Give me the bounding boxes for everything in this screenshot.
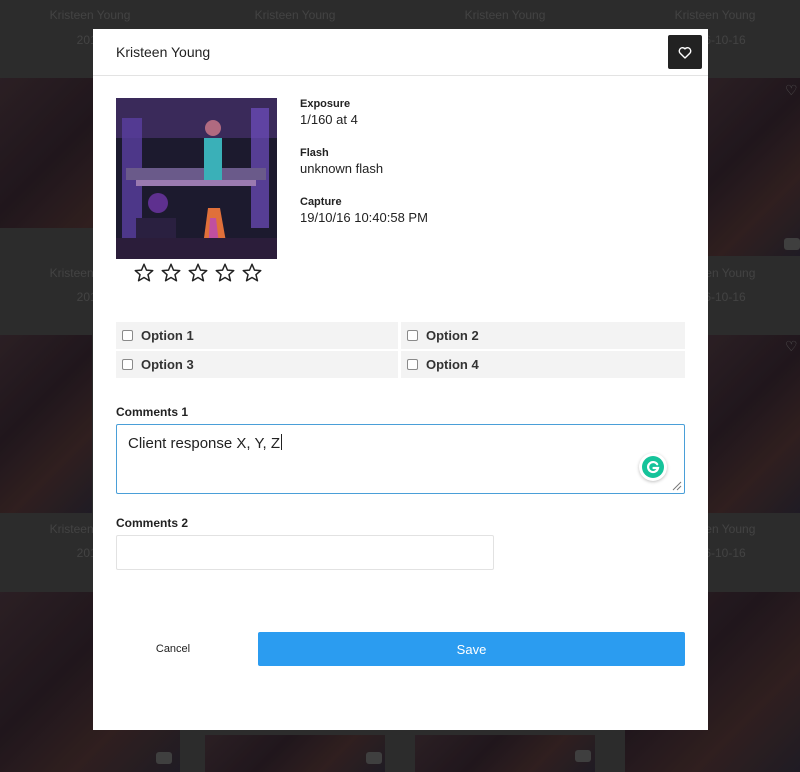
photo-metadata: Exposure 1/160 at 4 Flash unknown flash …	[300, 97, 600, 244]
checkbox-icon[interactable]	[122, 359, 133, 370]
photo-image	[116, 98, 277, 259]
save-button[interactable]: Save	[258, 632, 685, 666]
resize-handle-icon[interactable]	[672, 481, 682, 491]
text-caret	[281, 434, 283, 450]
exposure-info: Exposure 1/160 at 4	[300, 97, 600, 129]
star-outline-icon[interactable]	[212, 260, 237, 284]
flash-value: unknown flash	[300, 161, 384, 176]
cancel-button[interactable]: Cancel	[133, 632, 213, 666]
capture-label: Capture	[300, 196, 342, 208]
star-outline-icon[interactable]	[158, 260, 183, 284]
star-rating	[131, 260, 264, 284]
comments-2-input[interactable]	[116, 535, 494, 570]
checkbox-icon[interactable]	[122, 330, 133, 341]
capture-info: Capture 19/10/16 10:40:58 PM	[300, 195, 600, 227]
checkbox-icon[interactable]	[407, 330, 418, 341]
photo-thumbnail[interactable]	[116, 98, 277, 259]
star-outline-icon[interactable]	[131, 260, 156, 284]
option-4-checkbox[interactable]: Option 4	[401, 351, 685, 378]
capture-value: 19/10/16 10:40:58 PM	[300, 210, 428, 225]
option-1-checkbox[interactable]: Option 1	[116, 322, 398, 349]
exposure-label: Exposure	[300, 98, 351, 110]
option-label: Option 2	[426, 328, 479, 343]
comments-1-textarea[interactable]: Client response X, Y, Z	[116, 424, 685, 494]
heart-outline-icon	[678, 46, 692, 59]
checkbox-icon[interactable]	[407, 359, 418, 370]
star-outline-icon[interactable]	[239, 260, 264, 284]
flash-info: Flash unknown flash	[300, 146, 600, 178]
comments-1-label: Comments 1	[116, 405, 189, 419]
option-2-checkbox[interactable]: Option 2	[401, 322, 685, 349]
flash-label: Flash	[300, 147, 329, 159]
option-label: Option 1	[141, 328, 194, 343]
option-label: Option 4	[426, 357, 479, 372]
comments-2-label: Comments 2	[116, 516, 189, 530]
option-3-checkbox[interactable]: Option 3	[116, 351, 398, 378]
option-label: Option 3	[141, 357, 194, 372]
favorite-button[interactable]	[668, 35, 702, 69]
comments-1-value: Client response X, Y, Z	[128, 435, 281, 452]
options-group: Option 1 Option 2 Option 3 Option 4	[116, 319, 685, 380]
star-outline-icon[interactable]	[185, 260, 210, 284]
grammarly-icon[interactable]	[639, 453, 667, 481]
modal-header: Kristeen Young	[93, 29, 708, 76]
photo-detail-modal: Kristeen Young Exposure 1/160 at 4 Flash…	[93, 29, 708, 730]
modal-title: Kristeen Young	[116, 44, 211, 60]
exposure-value: 1/160 at 4	[300, 112, 358, 127]
